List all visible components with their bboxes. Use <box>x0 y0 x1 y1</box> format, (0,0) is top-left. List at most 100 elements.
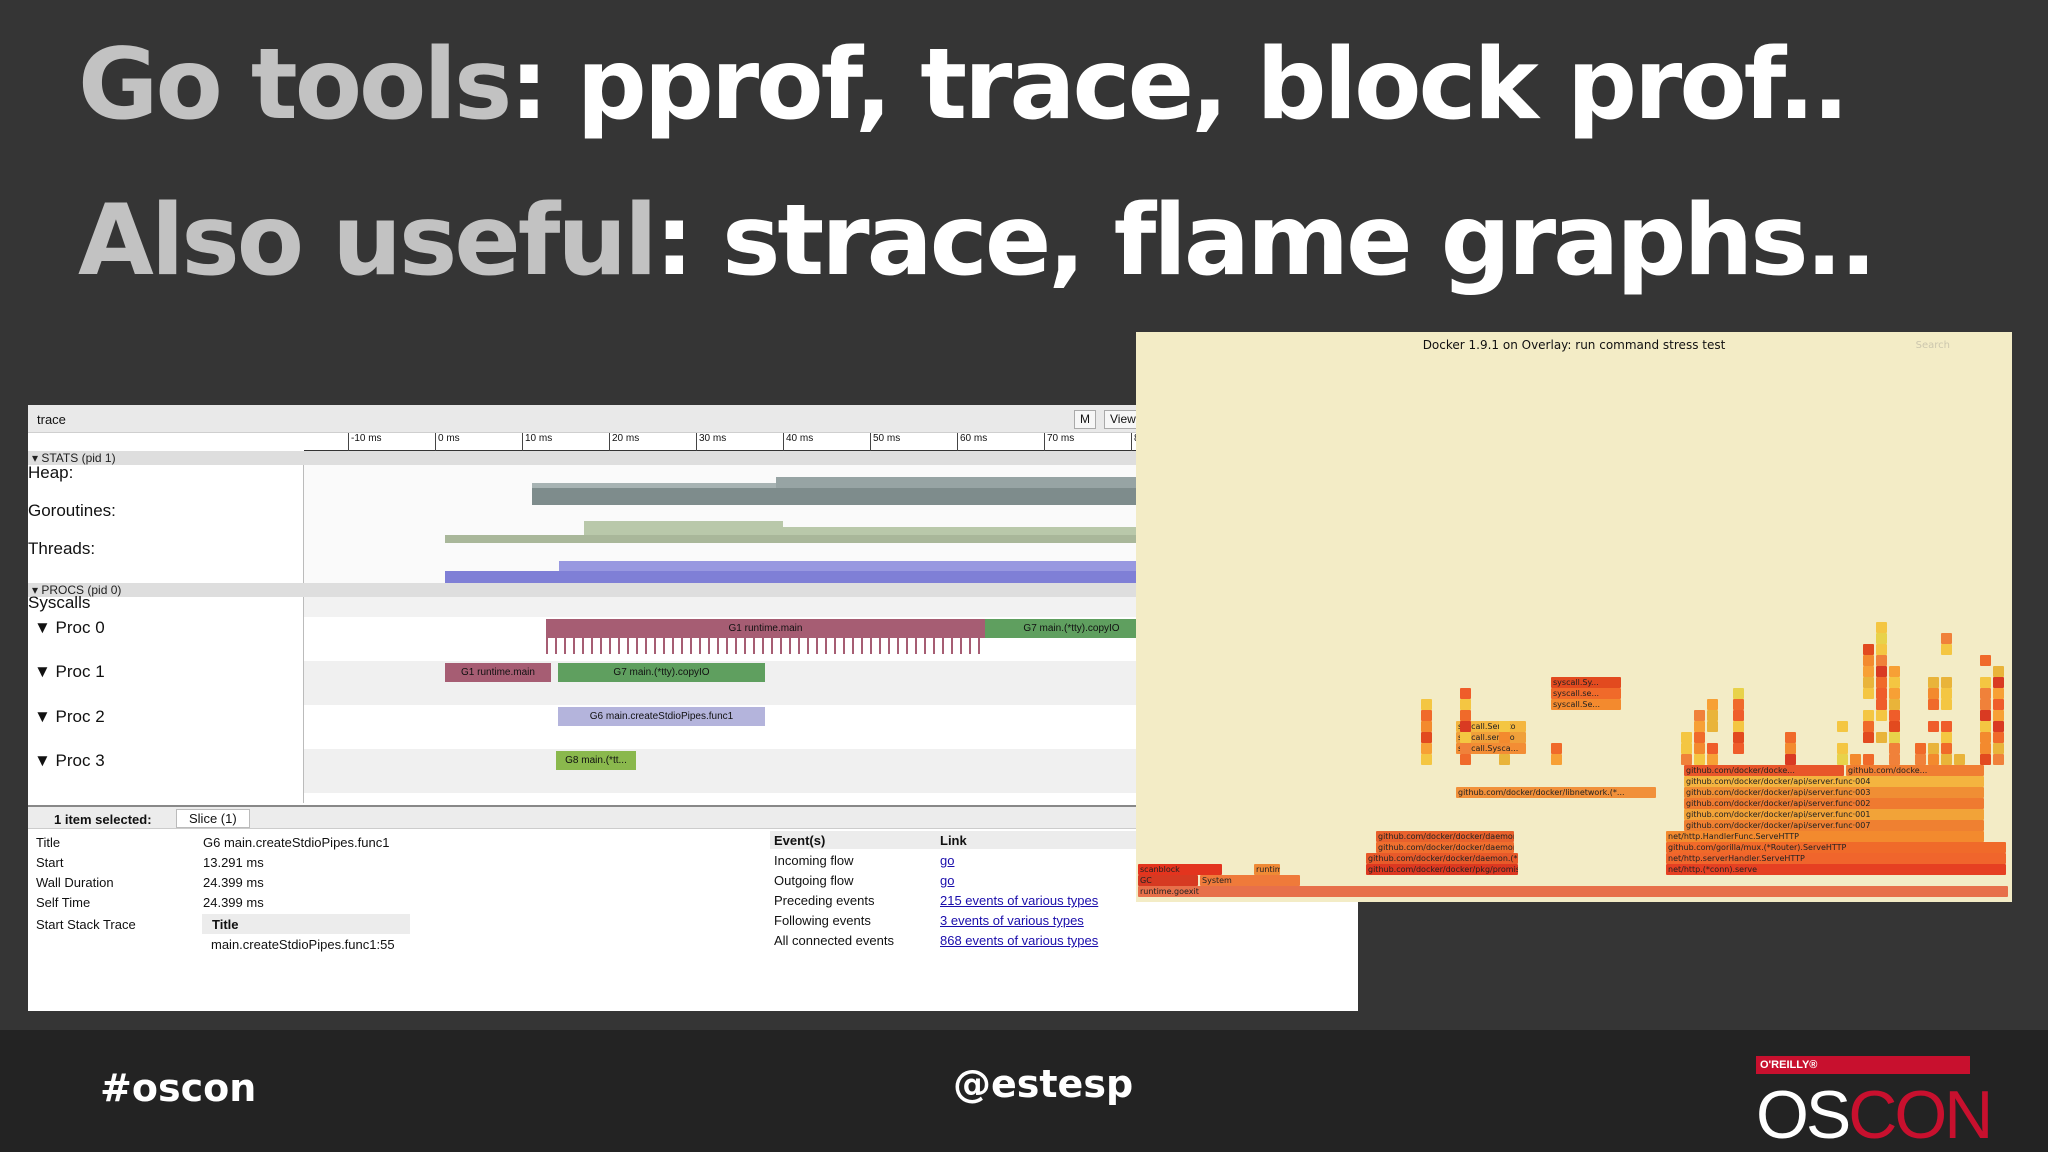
flame-frame[interactable]: github.com/docker/docker/daemon.(*contai… <box>1366 853 1518 864</box>
slice-g7-copyio[interactable]: G7 main.(*tty).copyIO <box>985 619 1158 638</box>
flame-frame[interactable] <box>1889 721 1900 732</box>
flame-frame[interactable] <box>1850 754 1861 765</box>
flame-frame[interactable] <box>1551 754 1562 765</box>
flame-frame[interactable] <box>1993 666 2004 677</box>
flame-frame[interactable] <box>1707 710 1718 721</box>
flame-frame[interactable]: runtim.. <box>1254 864 1280 875</box>
flame-frame[interactable] <box>1876 677 1887 688</box>
slice-g8-tty[interactable]: G8 main.(*tt... <box>556 751 636 770</box>
flame-frame[interactable] <box>1980 699 1991 710</box>
flame-frame[interactable] <box>1460 699 1471 710</box>
flame-frame[interactable] <box>1941 688 1952 699</box>
flame-frame[interactable] <box>1460 688 1471 699</box>
flame-frame[interactable] <box>1681 743 1692 754</box>
flame-frame[interactable] <box>1876 633 1887 644</box>
flame-frame[interactable] <box>1785 754 1796 765</box>
flame-frame[interactable]: github.com/docker/docke... <box>1684 765 1844 776</box>
flame-frame[interactable] <box>1694 754 1705 765</box>
flame-frame[interactable] <box>1928 754 1939 765</box>
flame-frame[interactable] <box>1889 666 1900 677</box>
flame-frame[interactable] <box>1421 754 1432 765</box>
flame-frame[interactable] <box>1785 732 1796 743</box>
flame-frame[interactable] <box>1707 754 1718 765</box>
flame-frame[interactable]: runtime.goexit <box>1138 886 2008 897</box>
flame-frame[interactable] <box>1694 732 1705 743</box>
all-events-link[interactable]: 868 events of various types <box>940 933 1098 948</box>
flame-frame[interactable] <box>1876 622 1887 633</box>
flame-frame[interactable] <box>1980 677 1991 688</box>
flame-frame[interactable] <box>1889 699 1900 710</box>
flame-frame[interactable]: github.com/docker/docker/pkg/promise.fun… <box>1366 864 1518 875</box>
flame-frame[interactable] <box>1499 754 1510 765</box>
flame-frame[interactable]: syscall.Se... <box>1551 699 1621 710</box>
flame-frame[interactable] <box>1980 721 1991 732</box>
tab-slice[interactable]: Slice (1) <box>176 809 250 828</box>
slice-g1-runtime-main[interactable]: G1 runtime.main <box>546 619 985 638</box>
flame-frame[interactable] <box>1863 710 1874 721</box>
flame-frame[interactable] <box>1993 688 2004 699</box>
flame-frame[interactable] <box>1421 721 1432 732</box>
syscalls-track[interactable] <box>304 597 1158 617</box>
flame-frame[interactable]: syscall.se... <box>1551 688 1621 699</box>
flame-frame[interactable] <box>1863 721 1874 732</box>
flame-frame[interactable] <box>1876 655 1887 666</box>
flame-frame[interactable] <box>1707 699 1718 710</box>
flame-frame[interactable] <box>1863 644 1874 655</box>
flame-frame[interactable] <box>1928 721 1939 732</box>
m-button[interactable]: M <box>1074 410 1096 429</box>
flame-frame[interactable] <box>1460 732 1471 743</box>
flame-frame[interactable]: github.com/docker/docker/api/server.func… <box>1684 809 1984 820</box>
flame-frame[interactable] <box>1980 710 1991 721</box>
flame-frame[interactable] <box>1941 721 1952 732</box>
flame-frame[interactable]: github.com/docker/docker/api/server.func… <box>1684 787 1984 798</box>
flame-frame[interactable]: System <box>1200 875 1300 886</box>
flame-frame[interactable] <box>1733 732 1744 743</box>
flame-frame[interactable] <box>1694 710 1705 721</box>
flame-frame[interactable] <box>1980 655 1991 666</box>
flame-frame[interactable] <box>1889 677 1900 688</box>
flame-frame[interactable] <box>1837 754 1848 765</box>
flame-frame[interactable] <box>1993 721 2004 732</box>
following-events-link[interactable]: 3 events of various types <box>940 913 1084 928</box>
flame-frame[interactable] <box>1460 754 1471 765</box>
proc-3-track[interactable] <box>304 749 1158 793</box>
flame-frame[interactable] <box>1837 743 1848 754</box>
flame-frame[interactable] <box>1863 677 1874 688</box>
proc-1-label[interactable]: ▼ Proc 1 <box>34 662 105 682</box>
stats-section-header[interactable]: ▾ STATS (pid 1) <box>28 451 1158 465</box>
flame-frame[interactable] <box>1733 699 1744 710</box>
flame-frame[interactable] <box>1421 743 1432 754</box>
flame-frame[interactable] <box>1499 721 1510 732</box>
flame-frame[interactable] <box>1928 688 1939 699</box>
flame-frame[interactable] <box>1863 655 1874 666</box>
flame-frame[interactable]: scanblock <box>1138 864 1222 875</box>
flame-frame[interactable] <box>1863 754 1874 765</box>
flame-frame[interactable] <box>1681 754 1692 765</box>
flame-frame[interactable] <box>1941 699 1952 710</box>
flame-frame[interactable]: github.com/docker/docker/api/server.func… <box>1684 798 1984 809</box>
stats-tracks[interactable] <box>304 465 1158 583</box>
preceding-events-link[interactable]: 215 events of various types <box>940 893 1098 908</box>
flame-frame[interactable] <box>1837 721 1848 732</box>
flame-frame[interactable] <box>1733 688 1744 699</box>
incoming-flow-link[interactable]: go <box>940 853 954 868</box>
flame-frame[interactable] <box>1941 743 1952 754</box>
slice-g6-createstdiopipes[interactable]: G6 main.createStdioPipes.func1 <box>558 707 765 726</box>
flame-frame[interactable] <box>1876 644 1887 655</box>
flame-frame[interactable] <box>1980 732 1991 743</box>
flame-frame[interactable] <box>1421 710 1432 721</box>
flame-frame[interactable] <box>1941 633 1952 644</box>
flame-frame[interactable] <box>1551 743 1562 754</box>
flame-frame[interactable]: github.com/docker/docker/daemon... <box>1376 842 1514 853</box>
flame-frame[interactable] <box>1421 732 1432 743</box>
flame-frame[interactable] <box>1941 644 1952 655</box>
slice-g1-runtime-main-proc1[interactable]: G1 runtime.main <box>445 663 551 682</box>
flame-frame[interactable] <box>1993 699 2004 710</box>
flame-frame[interactable] <box>1993 677 2004 688</box>
flame-frame[interactable] <box>1928 743 1939 754</box>
outgoing-flow-link[interactable]: go <box>940 873 954 888</box>
flame-frame[interactable] <box>1876 732 1887 743</box>
flame-frame[interactable] <box>1863 666 1874 677</box>
flame-frame[interactable]: github.com/docker/docker/api/server.func… <box>1684 820 1984 831</box>
flame-frame[interactable]: net/http.HandlerFunc.ServeHTTP <box>1666 831 1984 842</box>
